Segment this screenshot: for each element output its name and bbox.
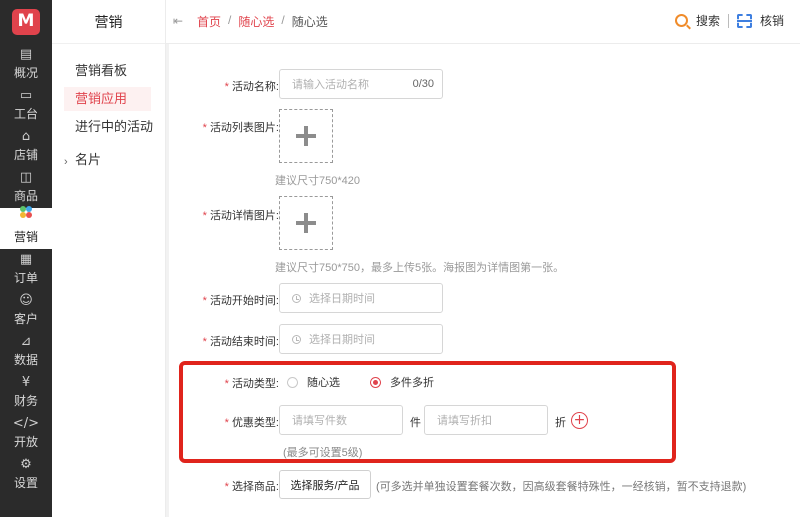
overview-icon: ▤ (19, 47, 33, 62)
goods-note: (可多选并单独设置套餐次数，因高级套餐特殊性，一经核销，暂不支持退款) (376, 481, 747, 493)
nav-marketing[interactable]: 营销 (0, 206, 52, 249)
nav-customer[interactable]: ☺ 客户 (0, 290, 52, 331)
type-radio-multi-discount[interactable]: 多件多折 (370, 374, 434, 390)
top-header: ⇤ 首页 / 随心选 / 随心选 搜索 核销 (166, 0, 800, 44)
customer-icon: ☺ (19, 293, 33, 308)
start-time-label: * 活动开始时间: (202, 295, 279, 307)
select-product-button[interactable]: 选择服务/产品 (279, 470, 371, 499)
list-image-label: * 活动列表图片: (202, 122, 279, 134)
divider (727, 13, 729, 28)
data-icon: ⊿ (20, 334, 32, 349)
breadcrumb: 首页 / 随心选 / 随心选 (197, 13, 328, 30)
char-count: 0/30 (412, 78, 434, 90)
main-nav-rail: ▤概况 ▭工台 ⌂店铺 ◫商品 营销 ▦订单 ☺客户 ⊿数据 ¥财务 </>开放… (0, 0, 52, 517)
campaign-form: * 活动名称: 请输入活动名称 0/30 * 活动列表图片: 建议尺寸750*420… (169, 44, 800, 517)
required-mark: * (224, 81, 229, 93)
required-mark: * (202, 122, 207, 134)
rate-unit: 折 (555, 417, 566, 429)
breadcrumb-home[interactable]: 首页 (197, 13, 221, 30)
nav-finance[interactable]: ¥ 财务 (0, 372, 52, 413)
finance-icon: ¥ (21, 375, 31, 390)
start-time-picker[interactable]: 选择日期时间 (279, 283, 443, 313)
breadcrumb-parent[interactable]: 随心选 (238, 13, 274, 30)
header-actions: 搜索 核销 (674, 12, 784, 29)
goods-label: * 选择商品: (224, 481, 279, 493)
end-time-picker[interactable]: 选择日期时间 (279, 324, 443, 354)
clock-icon (292, 293, 301, 303)
name-label: * 活动名称: (224, 81, 279, 93)
verify-label: 核销 (759, 14, 784, 28)
required-mark: * (202, 210, 207, 222)
nav-open[interactable]: </> 开放 (0, 413, 52, 454)
app-logo[interactable] (0, 0, 52, 44)
campaign-name-input[interactable]: 请输入活动名称 0/30 (279, 69, 443, 99)
required-mark: * (224, 481, 229, 493)
marketing-subnav: 营销 营销看板 营销应用 进行中的活动 › 名片 (52, 0, 166, 517)
nav-overview[interactable]: ▤ 概况 (0, 44, 52, 85)
collapse-menu-icon[interactable]: ⇤ (173, 14, 183, 28)
required-mark: * (202, 295, 207, 307)
goods-icon: ◫ (19, 170, 33, 185)
subnav-item-card[interactable]: 名片 (64, 148, 101, 172)
list-image-hint: 建议尺寸750*420 (275, 175, 360, 187)
subnav-item-dashboard[interactable]: 营销看板 (64, 59, 127, 83)
detail-image-label: * 活动详情图片: (202, 210, 279, 222)
logo-mark (12, 9, 40, 35)
subnav-title: 营销 (52, 0, 165, 44)
nav-data[interactable]: ⊿ 数据 (0, 331, 52, 372)
search-icon (674, 14, 688, 27)
verify-button[interactable]: 核销 (736, 12, 784, 29)
type-radio-random[interactable]: 随心选 (287, 374, 340, 390)
breadcrumb-current: 随心选 (291, 15, 328, 29)
plus-icon (296, 126, 316, 146)
search-button[interactable]: 搜索 (674, 12, 720, 29)
main-content: * 活动名称: 请输入活动名称 0/30 * 活动列表图片: 建议尺寸750*420… (166, 44, 800, 517)
open-icon: </> (12, 416, 40, 431)
workbench-icon: ▭ (19, 88, 33, 103)
detail-image-upload[interactable] (279, 196, 333, 250)
discount-levels-note: (最多可设置5级) (283, 447, 363, 459)
plus-icon (296, 213, 316, 233)
search-label: 搜索 (695, 14, 720, 28)
breadcrumb-separator: / (228, 13, 232, 27)
list-image-upload[interactable] (279, 109, 333, 163)
settings-icon: ⚙ (20, 457, 32, 472)
required-mark: * (202, 336, 207, 348)
discount-label: * 优惠类型: (224, 417, 279, 429)
count-unit: 件 (410, 417, 421, 429)
order-icon: ▦ (19, 252, 33, 267)
radio-dot (287, 376, 298, 388)
nav-settings[interactable]: ⚙ 设置 (0, 454, 52, 495)
discount-count-input[interactable]: 请填写件数 (279, 405, 403, 435)
nav-order[interactable]: ▦ 订单 (0, 249, 52, 290)
discount-rate-input[interactable]: 请填写折扣 (424, 405, 548, 435)
radio-dot (370, 376, 381, 388)
type-label: * 活动类型: (224, 378, 279, 390)
add-level-button[interactable]: + (571, 412, 588, 429)
clock-icon (292, 334, 301, 344)
nav-goods[interactable]: ◫ 商品 (0, 167, 52, 208)
store-icon: ⌂ (21, 129, 31, 144)
required-mark: * (224, 417, 229, 429)
detail-image-hint: 建议尺寸750*750，最多上传5张。海报图为详情图第一张。 (275, 262, 565, 274)
end-time-label: * 活动结束时间: (202, 336, 279, 348)
required-mark: * (224, 378, 229, 390)
breadcrumb-separator: / (281, 13, 285, 27)
scan-icon (736, 13, 752, 28)
nav-workbench[interactable]: ▭ 工台 (0, 85, 52, 126)
subnav-item-active-campaigns[interactable]: 进行中的活动 (64, 115, 153, 139)
subnav-item-apps[interactable]: 营销应用 (64, 87, 151, 111)
nav-store[interactable]: ⌂ 店铺 (0, 126, 52, 167)
